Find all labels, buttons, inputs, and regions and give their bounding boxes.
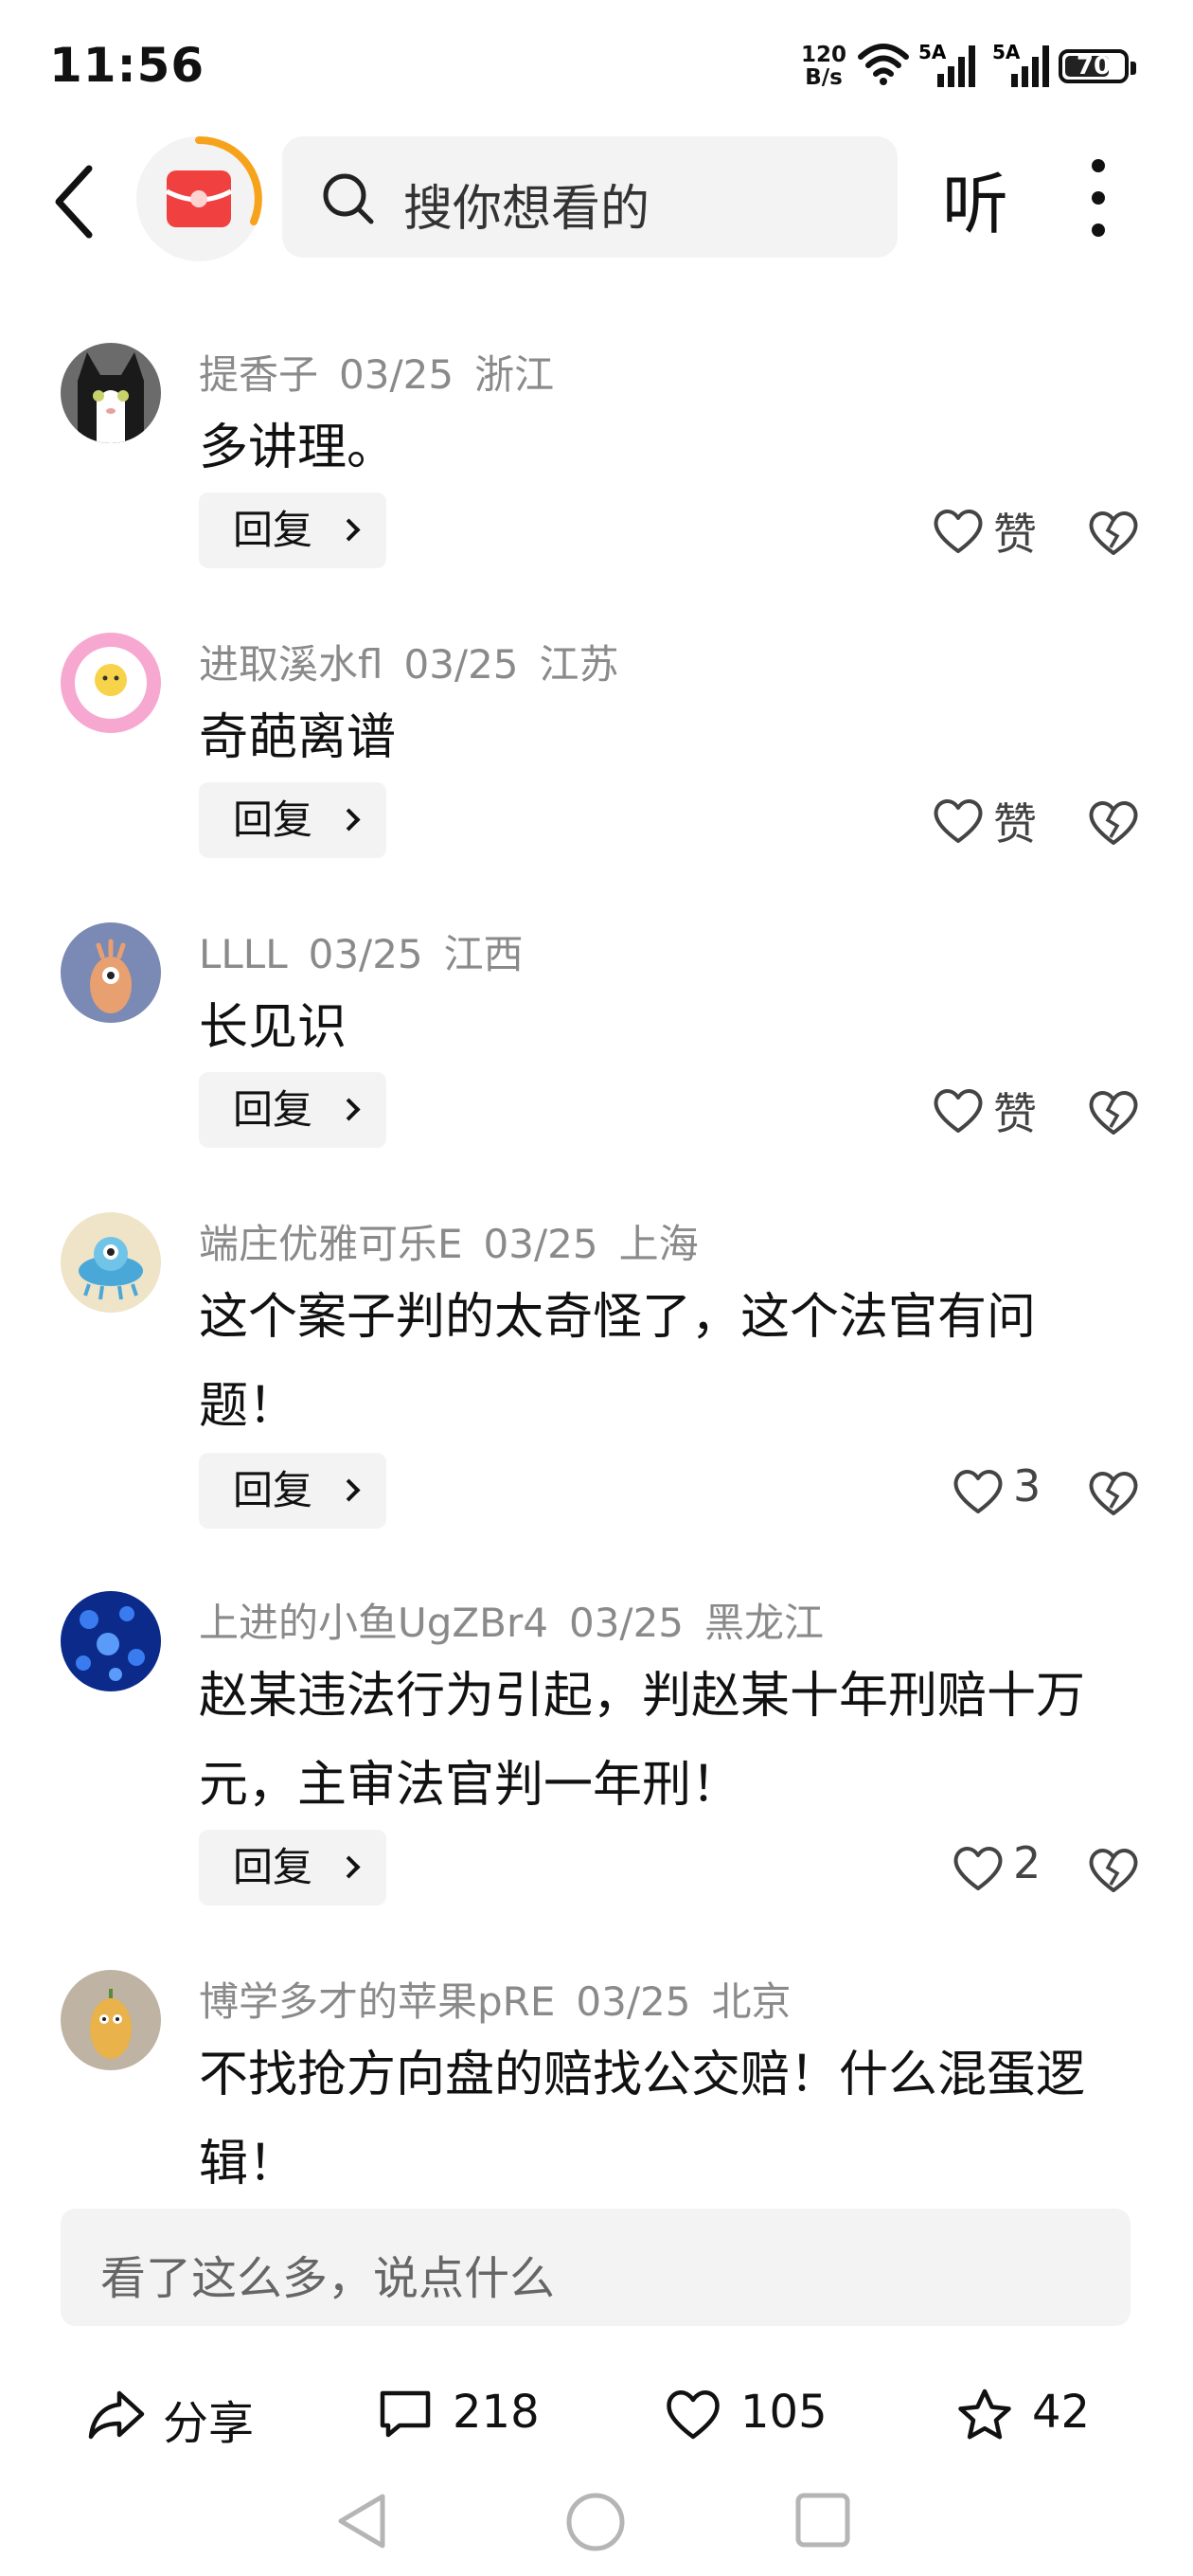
comment-location: 上海 <box>618 1221 699 1267</box>
comment-text: 不找抢方向盘的赔找公交赔！什么混蛋逻辑！ <box>199 2047 1086 2192</box>
like-label: 赞 <box>993 1088 1037 1139</box>
search-placeholder: 搜你想看的 <box>403 181 650 238</box>
comment-location: 江苏 <box>539 641 619 688</box>
svg-text:5A: 5A <box>992 41 1021 63</box>
comment-username[interactable]: 博学多才的苹果pRE <box>199 1978 555 2025</box>
heart-icon <box>934 799 983 843</box>
comment-date: 03/25 <box>483 1221 598 1267</box>
comment-location: 北京 <box>711 1978 792 2025</box>
avatar[interactable] <box>61 1970 161 2070</box>
like-label: 赞 <box>993 509 1037 560</box>
heart-icon <box>953 1470 1003 1513</box>
network-speed-unit: B/s <box>805 65 843 90</box>
comment-location: 黑龙江 <box>704 1600 825 1646</box>
share-label: 分享 <box>163 2397 255 2450</box>
comment-date: 03/25 <box>576 1978 691 2025</box>
status-time: 11:56 <box>49 38 205 93</box>
nav-recents-icon[interactable] <box>793 2491 852 2549</box>
reply-button[interactable]: 回复 <box>199 1072 386 1148</box>
star-icon <box>958 2388 1011 2440</box>
favorites-count: 42 <box>1032 2386 1091 2439</box>
comment-meta: 端庄优雅可乐E 03/25 上海 <box>199 1212 720 1270</box>
like-count: 3 <box>1013 1460 1042 1512</box>
heart-icon <box>934 1089 983 1133</box>
comment-text: 赵某违法行为引起，判赵某十年刑赔十万元，主审法官判一年刑！ <box>199 1668 1086 1814</box>
listen-button[interactable]: 听 <box>942 152 1008 247</box>
comment-date: 03/25 <box>568 1600 685 1646</box>
heart-icon <box>934 510 983 553</box>
comment-location: 江西 <box>443 931 524 977</box>
comment-input[interactable]: 看了这么多，说点什么 <box>61 2209 1131 2326</box>
avatar[interactable] <box>61 1212 161 1313</box>
broken-heart-icon[interactable] <box>1087 1466 1140 1519</box>
reply-button[interactable]: 回复 <box>199 1453 386 1529</box>
avatar[interactable] <box>61 343 161 443</box>
heart-icon <box>667 2390 720 2440</box>
comment-icon <box>380 2390 431 2438</box>
network-speed-value: 120 <box>801 43 847 67</box>
comments-count: 218 <box>453 2386 540 2439</box>
like-label: 赞 <box>993 798 1037 850</box>
comment-username[interactable]: 提香子 <box>199 351 318 398</box>
red-envelope-icon[interactable] <box>133 133 265 265</box>
cellular-signal-icon: 5A <box>918 41 975 87</box>
share-icon <box>88 2390 145 2440</box>
cellular-signal-icon-2: 5A <box>992 41 1049 87</box>
avatar[interactable] <box>61 633 161 733</box>
comment-username[interactable]: 上进的小鱼UgZBr4 <box>199 1600 548 1646</box>
comment-meta: 进取溪水fl 03/25 江苏 <box>199 633 640 690</box>
comment-input-placeholder: 看了这么多，说点什么 <box>100 2252 556 2305</box>
battery-icon: 70 <box>1059 49 1136 83</box>
status-bar: 11:56 120 B/s 5A 5A 70 <box>0 0 1193 133</box>
search-bar[interactable]: 搜你想看的 <box>282 136 898 258</box>
nav-back-icon[interactable] <box>333 2491 390 2551</box>
svg-text:5A: 5A <box>918 41 947 63</box>
avatar[interactable] <box>61 1591 161 1691</box>
comment-text: 奇葩离谱 <box>199 709 397 766</box>
comment-location: 浙江 <box>474 351 555 398</box>
avatar[interactable] <box>61 922 161 1023</box>
reply-button[interactable]: 回复 <box>199 1830 386 1905</box>
more-icon[interactable] <box>1084 159 1113 237</box>
reply-button[interactable]: 回复 <box>199 492 386 568</box>
broken-heart-icon[interactable] <box>1087 1843 1140 1896</box>
comment-meta: 博学多才的苹果pRE 03/25 北京 <box>199 1970 811 2028</box>
comment-date: 03/25 <box>308 931 423 977</box>
comment-text: 多讲理。 <box>199 420 397 476</box>
broken-heart-icon[interactable] <box>1087 796 1140 849</box>
comment-username[interactable]: LLLL <box>199 931 288 977</box>
network-speed: 120 B/s <box>801 44 846 89</box>
comment-username[interactable]: 进取溪水fl <box>199 641 383 688</box>
comment-date: 03/25 <box>339 351 454 398</box>
like-count: 2 <box>1013 1837 1042 1888</box>
broken-heart-icon[interactable] <box>1087 1085 1140 1138</box>
reply-button[interactable]: 回复 <box>199 782 386 858</box>
comment-date: 03/25 <box>403 641 519 688</box>
comment-meta: 上进的小鱼UgZBr4 03/25 黑龙江 <box>199 1591 845 1649</box>
wifi-icon <box>858 44 909 85</box>
heart-icon <box>953 1847 1003 1890</box>
comment-meta: LLLL 03/25 江西 <box>199 922 544 980</box>
nav-home-icon[interactable] <box>564 2491 627 2553</box>
battery-level: 70 <box>1076 52 1112 80</box>
comment-username[interactable]: 端庄优雅可乐E <box>199 1221 463 1267</box>
likes-count: 105 <box>740 2386 828 2439</box>
search-icon <box>323 173 374 224</box>
back-icon[interactable] <box>47 159 104 244</box>
comment-text: 这个案子判的太奇怪了，这个法官有问题！ <box>199 1289 1037 1435</box>
broken-heart-icon[interactable] <box>1087 506 1140 559</box>
comment-text: 长见识 <box>199 999 347 1056</box>
comment-meta: 提香子 03/25 浙江 <box>199 343 575 401</box>
